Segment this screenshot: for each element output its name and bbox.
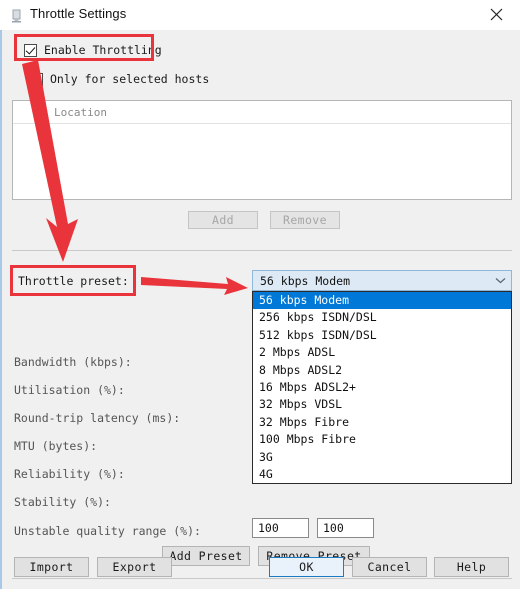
cancel-button[interactable]: Cancel: [352, 557, 427, 577]
throttle-preset-option[interactable]: 512 kbps ISDN/DSL: [253, 327, 511, 344]
unstable-max-input[interactable]: 100: [317, 518, 374, 538]
hosts-list-header: Location: [13, 101, 511, 124]
footer-divider: [12, 578, 512, 579]
bandwidth-label: Bandwidth (kbps):: [14, 355, 132, 369]
checkbox-box-enable: [24, 43, 37, 57]
enable-throttling-label: Enable Throttling: [44, 43, 162, 57]
unstable-quality-range-label: Unstable quality range (%):: [14, 524, 201, 538]
hosts-column-location[interactable]: Location: [45, 106, 107, 119]
dialog-body: Enable Throttling Only for selected host…: [0, 30, 520, 589]
throttle-settings-window: Throttle Settings Enable Throttling Only…: [0, 0, 520, 589]
title-bar: Throttle Settings: [0, 0, 520, 31]
ok-button[interactable]: OK: [269, 557, 344, 577]
hosts-list[interactable]: Location: [12, 100, 512, 200]
throttle-preset-option[interactable]: 8 Mbps ADSL2: [253, 362, 511, 379]
throttle-preset-combobox[interactable]: 56 kbps Modem: [252, 270, 512, 291]
remove-host-button[interactable]: Remove: [270, 211, 340, 229]
throttle-preset-option[interactable]: 4G: [253, 466, 511, 483]
chevron-down-icon[interactable]: [489, 277, 511, 284]
throttle-preset-value: 56 kbps Modem: [260, 273, 351, 288]
throttle-preset-option[interactable]: 100 Mbps Fibre: [253, 431, 511, 448]
throttle-preset-option[interactable]: 256 kbps ISDN/DSL: [253, 309, 511, 326]
only-selected-hosts-label: Only for selected hosts: [50, 72, 210, 86]
throttle-preset-option[interactable]: 32 Mbps VDSL: [253, 396, 511, 413]
stability-label: Stability (%):: [14, 495, 111, 509]
reliability-label: Reliability (%):: [14, 467, 125, 481]
utilisation-label: Utilisation (%):: [14, 383, 125, 397]
throttle-preset-option[interactable]: 32 Mbps Fibre: [253, 414, 511, 431]
mtu-label: MTU (bytes):: [14, 439, 98, 453]
checkbox-box-only-selected: [30, 72, 43, 86]
add-preset-button[interactable]: Add Preset: [162, 546, 250, 566]
section-divider: [12, 250, 512, 251]
hosts-list-gutter: [13, 101, 45, 123]
throttle-preset-option[interactable]: 16 Mbps ADSL2+: [253, 379, 511, 396]
close-icon[interactable]: [476, 0, 516, 29]
window-title: Throttle Settings: [30, 6, 127, 21]
latency-label: Round-trip latency (ms):: [14, 411, 181, 425]
unstable-min-input[interactable]: 100: [252, 518, 309, 538]
import-button[interactable]: Import: [14, 557, 89, 577]
throttle-preset-option[interactable]: 3G: [253, 449, 511, 466]
add-host-button[interactable]: Add: [188, 211, 258, 229]
enable-throttling-checkbox[interactable]: Enable Throttling: [24, 43, 162, 57]
app-icon: [10, 8, 23, 23]
throttle-preset-option[interactable]: 56 kbps Modem: [253, 292, 511, 310]
export-button[interactable]: Export: [97, 557, 172, 577]
help-button[interactable]: Help: [434, 557, 509, 577]
throttle-preset-option[interactable]: 2 Mbps ADSL: [253, 344, 511, 361]
throttle-preset-label: Throttle preset:: [18, 274, 129, 288]
throttle-preset-dropdown-list[interactable]: 56 kbps Modem 256 kbps ISDN/DSL 512 kbps I…: [252, 291, 512, 484]
only-selected-hosts-checkbox[interactable]: Only for selected hosts: [30, 72, 209, 86]
